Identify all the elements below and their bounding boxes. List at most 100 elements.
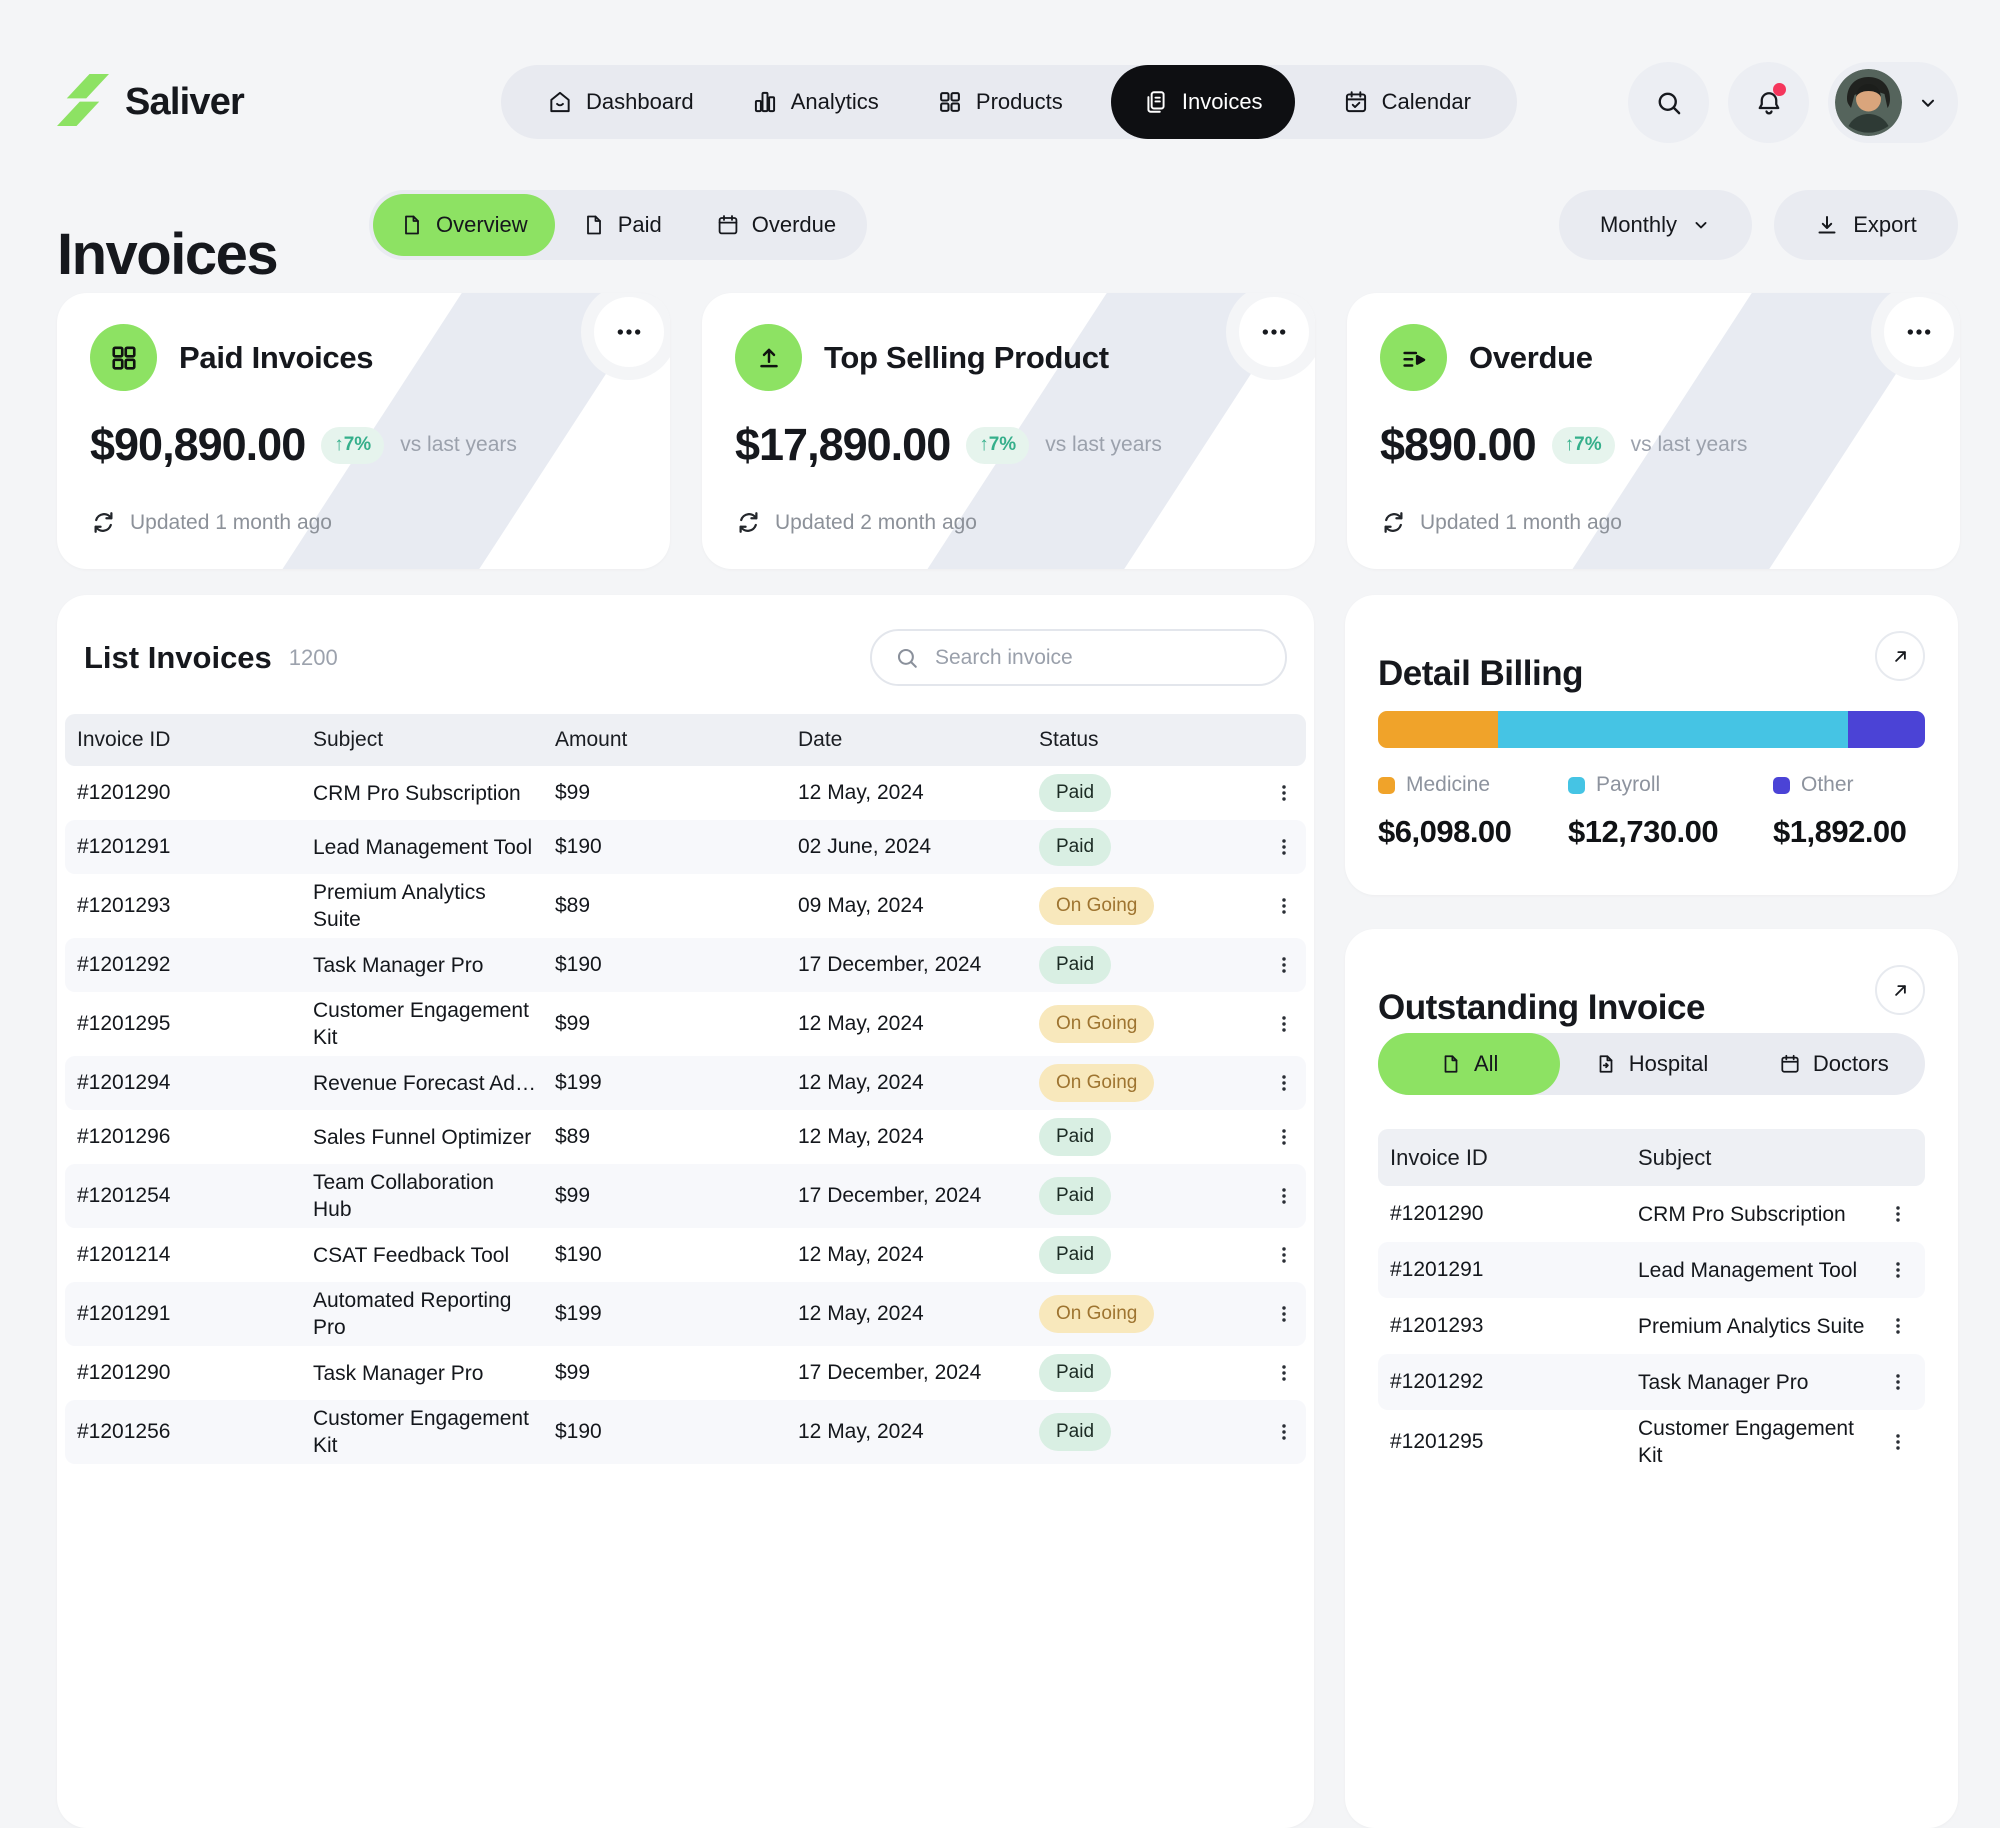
nav-item-products[interactable]: Products [937, 65, 1063, 139]
row-menu-button[interactable] [1269, 889, 1299, 923]
table-row[interactable]: #1201254 Team Collaboration Hub $99 17 D… [65, 1164, 1306, 1228]
refresh-icon [735, 509, 762, 536]
card-menu-button[interactable] [594, 297, 664, 367]
table-row[interactable]: #1201296 Sales Funnel Optimizer $89 12 M… [65, 1110, 1306, 1164]
row-menu-button[interactable] [1269, 1120, 1299, 1154]
amount-cell: $190 [555, 1243, 798, 1267]
tab-paid[interactable]: Paid [555, 194, 689, 256]
table-row[interactable]: #1201292 Task Manager Pro $190 17 Decemb… [65, 938, 1306, 992]
trend-badge: ↑7% [1552, 427, 1615, 464]
notifications-button[interactable] [1728, 62, 1809, 143]
notification-dot [1773, 83, 1786, 96]
table-row[interactable]: #1201214 CSAT Feedback Tool $190 12 May,… [65, 1228, 1306, 1282]
date-cell: 09 May, 2024 [798, 894, 1039, 918]
table-row[interactable]: #1201294 Revenue Forecast Ad… $199 12 Ma… [65, 1056, 1306, 1110]
search-icon [894, 645, 920, 671]
tab-overview[interactable]: Overview [373, 194, 555, 256]
row-menu-button[interactable] [1269, 1066, 1299, 1100]
row-menu-button[interactable] [1269, 1356, 1299, 1390]
date-cell: 12 May, 2024 [798, 1012, 1039, 1036]
dots-vertical-icon [1273, 1013, 1295, 1035]
row-menu-button[interactable] [1269, 1238, 1299, 1272]
table-row[interactable]: #1201291 Lead Management Tool $190 02 Ju… [65, 820, 1306, 874]
row-menu-button[interactable] [1883, 1253, 1913, 1287]
tab-doctors[interactable]: Doctors [1743, 1033, 1925, 1095]
row-menu-button[interactable] [1269, 1007, 1299, 1041]
status-badge: On Going [1039, 1005, 1154, 1043]
row-menu-button[interactable] [1883, 1197, 1913, 1231]
status-badge: On Going [1039, 887, 1154, 925]
row-menu-button[interactable] [1883, 1309, 1913, 1343]
subject-cell: Customer Engagement Kit [313, 1400, 555, 1464]
row-menu-button[interactable] [1269, 1179, 1299, 1213]
nav-item-analytics[interactable]: Analytics [752, 65, 879, 139]
upload-icon [735, 324, 802, 391]
table-row[interactable]: #1201290 CRM Pro Subscription [1378, 1186, 1925, 1242]
card-menu-button[interactable] [1884, 297, 1954, 367]
period-dropdown[interactable]: Monthly [1559, 190, 1752, 260]
tab-overdue[interactable]: Overdue [689, 194, 863, 256]
date-cell: 17 December, 2024 [798, 1361, 1039, 1385]
dots-vertical-icon [1273, 954, 1295, 976]
column-header: Invoice ID [1390, 1145, 1638, 1171]
subject-cell: Team Collaboration Hub [313, 1164, 555, 1228]
row-menu-button[interactable] [1883, 1365, 1913, 1399]
row-menu-button[interactable] [1269, 948, 1299, 982]
refresh-icon [1380, 509, 1407, 536]
invoice-id-cell: #1201293 [77, 894, 313, 918]
billing-stacked-bar [1378, 711, 1925, 748]
main-nav: Dashboard Analytics Products Invoices Ca… [501, 65, 1517, 139]
dots-vertical-icon [1273, 1126, 1295, 1148]
tab-all[interactable]: All [1378, 1033, 1560, 1095]
trend-badge: ↑7% [966, 427, 1029, 464]
subject-cell: Lead Management Tool [1638, 1252, 1883, 1289]
list-arrow-icon [1380, 324, 1447, 391]
open-outstanding-button[interactable] [1875, 965, 1925, 1015]
nav-item-dashboard[interactable]: Dashboard [547, 65, 694, 139]
row-menu-button[interactable] [1883, 1425, 1913, 1459]
column-header: Amount [555, 728, 798, 752]
row-menu-button[interactable] [1269, 1415, 1299, 1449]
nav-item-calendar[interactable]: Calendar [1343, 65, 1471, 139]
table-row[interactable]: #1201256 Customer Engagement Kit $190 12… [65, 1400, 1306, 1464]
row-menu-button[interactable] [1269, 776, 1299, 810]
table-row[interactable]: #1201292 Task Manager Pro [1378, 1354, 1925, 1410]
status-badge: Paid [1039, 828, 1111, 866]
invoice-table-header: Invoice ID Subject Amount Date Status [65, 714, 1306, 766]
table-row[interactable]: #1201290 CRM Pro Subscription $99 12 May… [65, 766, 1306, 820]
table-row[interactable]: #1201291 Lead Management Tool [1378, 1242, 1925, 1298]
date-cell: 12 May, 2024 [798, 1420, 1039, 1444]
invoice-id-cell: #1201290 [1390, 1202, 1638, 1226]
tab-hospital[interactable]: Hospital [1560, 1033, 1742, 1095]
nav-item-invoices[interactable]: Invoices [1111, 65, 1295, 139]
page-title: Invoices [57, 221, 277, 288]
table-row[interactable]: #1201295 Customer Engagement Kit [1378, 1410, 1925, 1474]
open-billing-button[interactable] [1875, 631, 1925, 681]
search-invoice-input[interactable] [933, 645, 1263, 671]
row-menu-button[interactable] [1269, 1297, 1299, 1331]
table-row[interactable]: #1201295 Customer Engagement Kit $99 12 … [65, 992, 1306, 1056]
billing-legend: Medicine Payroll Other [1378, 773, 1938, 797]
brand: Saliver [57, 74, 244, 131]
table-row[interactable]: #1201291 Automated Reporting Pro $199 12… [65, 1282, 1306, 1346]
invoice-id-cell: #1201292 [1390, 1370, 1638, 1394]
table-row[interactable]: #1201293 Premium Analytics Suite $89 09 … [65, 874, 1306, 938]
table-row[interactable]: #1201293 Premium Analytics Suite [1378, 1298, 1925, 1354]
subject-cell: CRM Pro Subscription [313, 775, 555, 812]
outstanding-tabs: All Hospital Doctors [1378, 1033, 1925, 1095]
search-button[interactable] [1628, 62, 1709, 143]
invoice-id-cell: #1201295 [1390, 1430, 1638, 1454]
dots-vertical-icon [1887, 1431, 1909, 1453]
export-button[interactable]: Export [1774, 190, 1958, 260]
stat-updated-text: Updated 1 month ago [130, 511, 332, 535]
tab-label: Overview [436, 212, 528, 238]
outstanding-table: Invoice ID Subject #1201290 CRM Pro Subs… [1378, 1129, 1925, 1474]
card-menu-button[interactable] [1239, 297, 1309, 367]
user-menu[interactable] [1828, 62, 1958, 143]
table-row[interactable]: #1201290 Task Manager Pro $99 17 Decembe… [65, 1346, 1306, 1400]
row-menu-button[interactable] [1269, 830, 1299, 864]
billing-title: Detail Billing [1378, 654, 1583, 694]
date-cell: 12 May, 2024 [798, 1243, 1039, 1267]
legend-label: Payroll [1596, 773, 1660, 797]
subject-cell: Premium Analytics Suite [1638, 1308, 1883, 1345]
